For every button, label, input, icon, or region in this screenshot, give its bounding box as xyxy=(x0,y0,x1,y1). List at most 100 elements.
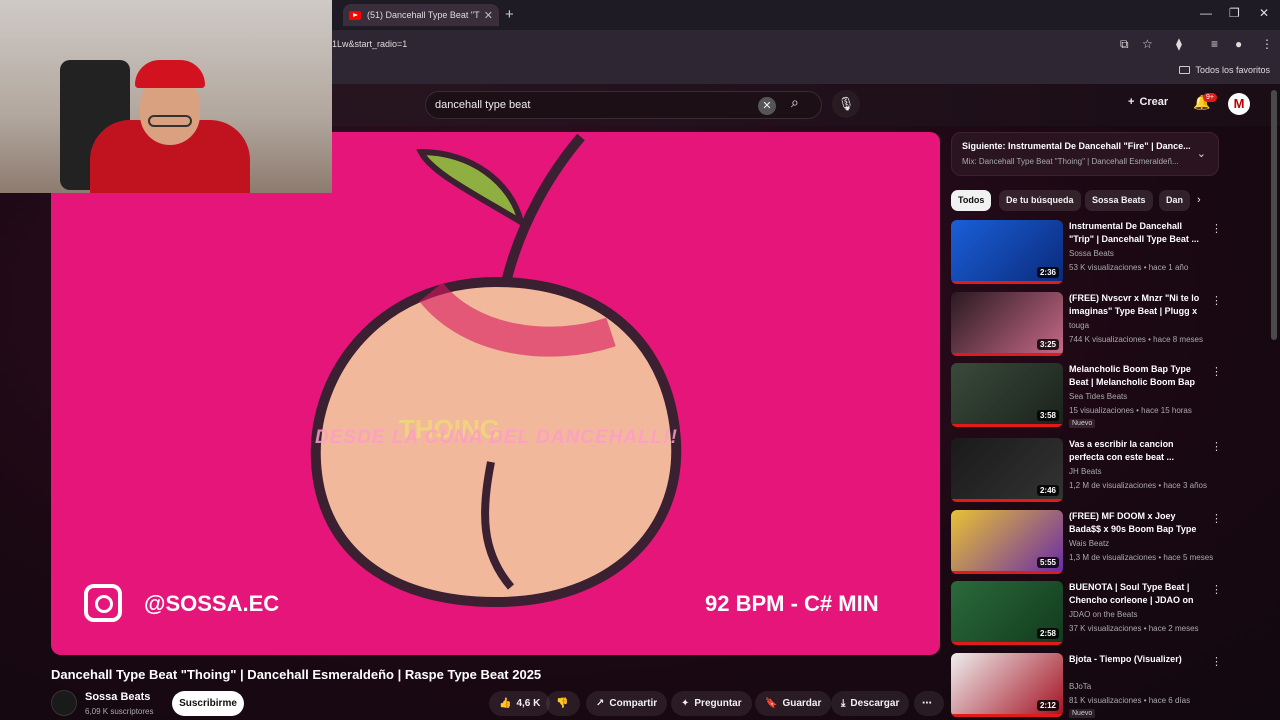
list-item[interactable]: 3:58 Melancholic Boom Bap Type Beat | Me… xyxy=(951,363,1222,431)
duration-badge: 3:25 xyxy=(1036,339,1059,350)
cast-icon[interactable]: ⧉ xyxy=(1120,37,1129,52)
filter-chips: Todos De tu búsqueda Sossa Beats Dan xyxy=(951,190,1219,212)
recommendation-meta: 1,3 M de visualizaciones • hace 5 meses xyxy=(1069,553,1214,562)
video-thumbnail[interactable]: 2:36 xyxy=(951,220,1063,284)
recommendation-meta: 744 K visualizaciones • hace 8 meses xyxy=(1069,335,1203,344)
like-button[interactable]: 👍 4,6 K xyxy=(489,691,551,716)
thumbs-down-icon: 👎 xyxy=(556,698,569,709)
watch-progress xyxy=(951,571,1063,574)
scrollbar[interactable] xyxy=(1271,90,1277,340)
channel-name[interactable]: Sossa Beats xyxy=(85,691,150,703)
video-player[interactable]: THOING DESDE LA CUNA DEL DANCEHALL!! @SO… xyxy=(51,132,940,655)
recommendation-channel[interactable]: Sea Tides Beats xyxy=(1069,392,1127,401)
list-item[interactable]: 3:25 (FREE) Nvscvr x Mnzr "Ni te lo imag… xyxy=(951,292,1222,360)
recommendation-meta: 37 K visualizaciones • hace 2 meses xyxy=(1069,624,1199,633)
browser-tab[interactable]: (51) Dancehall Type Beat "Thoing" ✕ xyxy=(343,4,499,26)
list-item[interactable]: 2:36 Instrumental De Dancehall "Trip" | … xyxy=(951,220,1222,288)
webcam-overlay xyxy=(0,0,332,193)
overlay-subtitle: DESDE LA CUNA DEL DANCEHALL!! xyxy=(315,427,678,448)
search-icon[interactable]: ⌕ xyxy=(791,94,799,111)
download-button[interactable]: ⤓ Descargar xyxy=(831,691,910,716)
chip-all[interactable]: Todos xyxy=(951,190,992,211)
more-vertical-icon[interactable]: ⋮ xyxy=(1211,655,1222,668)
recommendation-channel[interactable]: Sossa Beats xyxy=(1069,249,1114,258)
video-thumbnail[interactable]: 3:25 xyxy=(951,292,1063,356)
download-icon: ⤓ xyxy=(841,698,846,709)
video-thumbnail[interactable]: 2:12 xyxy=(951,653,1063,717)
create-button[interactable]: + Crear xyxy=(1128,96,1168,108)
share-button[interactable]: ↗ Compartir xyxy=(586,691,668,716)
list-item[interactable]: 2:58 BUENOTA | Soul Type Beat | Chencho … xyxy=(951,581,1222,649)
up-next-card[interactable]: Siguiente: Instrumental De Dancehall "Fi… xyxy=(951,132,1219,176)
list-item[interactable]: 2:12 Bjota - Tiempo (Visualizer) BJoTa 8… xyxy=(951,653,1222,720)
more-actions-button[interactable]: ⋯ xyxy=(914,691,944,716)
chevron-down-icon[interactable]: ⌄ xyxy=(1197,147,1206,160)
video-thumbnail[interactable]: 2:46 xyxy=(951,438,1063,502)
subscribe-button[interactable]: Suscribirme xyxy=(172,691,244,716)
watch-progress xyxy=(951,714,1063,717)
recommendation-channel[interactable]: JDAO on the Beats xyxy=(1069,610,1137,619)
new-tab-icon[interactable]: + xyxy=(505,6,514,23)
chip-sossa-beats[interactable]: Sossa Beats xyxy=(1085,190,1153,211)
video-thumbnail[interactable]: 3:58 xyxy=(951,363,1063,427)
save-button[interactable]: 🔖 Guardar xyxy=(755,691,832,716)
more-vertical-icon[interactable]: ⋮ xyxy=(1211,294,1222,307)
share-label: Compartir xyxy=(609,698,658,709)
recommendation-title[interactable]: Bjota - Tiempo (Visualizer) xyxy=(1069,653,1205,666)
media-icon[interactable]: ≡ xyxy=(1211,37,1218,51)
url-field[interactable]: 1Lw&start_radio=1 xyxy=(332,39,407,49)
video-thumbnail[interactable]: 5:55 xyxy=(951,510,1063,574)
create-label: Crear xyxy=(1139,96,1169,108)
list-item[interactable]: 5:55 (FREE) MF DOOM x Joey Bada$$ x 90s … xyxy=(951,510,1222,578)
recommendation-title[interactable]: Melancholic Boom Bap Type Beat | Melanch… xyxy=(1069,363,1205,390)
more-vertical-icon[interactable]: ⋮ xyxy=(1211,222,1222,235)
recommendation-title[interactable]: (FREE) MF DOOM x Joey Bada$$ x 90s Boom … xyxy=(1069,510,1205,537)
more-vertical-icon[interactable]: ⋮ xyxy=(1211,512,1222,525)
chip-dancehall[interactable]: Dan xyxy=(1159,190,1191,211)
microphone-icon[interactable]: 🎙 xyxy=(832,90,860,118)
clear-search-icon[interactable]: ✕ xyxy=(758,97,776,115)
close-window-icon[interactable]: ✕ xyxy=(1259,6,1269,20)
channel-avatar[interactable] xyxy=(51,690,77,716)
instagram-icon xyxy=(84,584,122,622)
like-count: 4,6 K xyxy=(516,698,541,709)
recommendation-title[interactable]: Instrumental De Dancehall "Trip" | Dance… xyxy=(1069,220,1205,246)
recommendation-title[interactable]: Vas a escribir la cancion perfecta con e… xyxy=(1069,438,1205,464)
browser-menu-icon[interactable]: ⋮ xyxy=(1261,37,1273,51)
list-item[interactable]: 2:46 Vas a escribir la cancion perfecta … xyxy=(951,438,1222,506)
watch-progress xyxy=(951,642,1063,645)
account-avatar[interactable]: M xyxy=(1228,93,1250,115)
bookmarks-label: Todos los favoritos xyxy=(1195,65,1270,75)
recommendation-title[interactable]: (FREE) Nvscvr x Mnzr "Ni te lo imaginas"… xyxy=(1069,292,1205,319)
recommendation-channel[interactable]: BJoTa xyxy=(1069,682,1091,691)
recommendation-meta: 53 K visualizaciones • hace 1 año xyxy=(1069,263,1189,272)
chip-from-search[interactable]: De tu búsqueda xyxy=(999,190,1081,211)
ask-button[interactable]: ✦ Preguntar xyxy=(671,691,752,716)
maximize-icon[interactable]: ❐ xyxy=(1229,6,1240,20)
more-vertical-icon[interactable]: ⋮ xyxy=(1211,365,1222,378)
recommendation-channel[interactable]: JH Beats xyxy=(1069,467,1101,476)
more-vertical-icon[interactable]: ⋮ xyxy=(1211,440,1222,453)
duration-badge: 2:12 xyxy=(1036,700,1059,711)
up-next-mix: Mix: Dancehall Type Beat "Thoing" | Danc… xyxy=(962,157,1179,166)
watch-progress xyxy=(951,353,1063,356)
recommendation-channel[interactable]: Wais Beatz xyxy=(1069,539,1109,548)
extensions-icon[interactable]: ⧫ xyxy=(1176,37,1182,51)
video-thumbnail[interactable]: 2:58 xyxy=(951,581,1063,645)
watch-progress xyxy=(951,424,1063,427)
recommendation-title[interactable]: BUENOTA | Soul Type Beat | Chencho corle… xyxy=(1069,581,1205,608)
more-vertical-icon[interactable]: ⋮ xyxy=(1211,583,1222,596)
folder-icon xyxy=(1179,66,1191,74)
peach-artwork xyxy=(310,133,682,608)
duration-badge: 2:46 xyxy=(1036,485,1059,496)
recommendation-channel[interactable]: touga xyxy=(1069,321,1089,330)
tab-close-icon[interactable]: ✕ xyxy=(484,9,493,22)
minimize-icon[interactable]: — xyxy=(1200,6,1212,20)
dislike-button[interactable]: 👎 xyxy=(546,691,580,716)
recommendation-meta: 1,2 M de visualizaciones • hace 3 años xyxy=(1069,481,1207,490)
profile-icon[interactable]: ● xyxy=(1235,37,1242,51)
bookmark-star-icon[interactable]: ☆ xyxy=(1142,37,1153,51)
search-value: dancehall type beat xyxy=(435,99,531,111)
all-bookmarks-button[interactable]: Todos los favoritos xyxy=(1179,65,1270,75)
chevron-right-icon[interactable]: › xyxy=(1197,194,1201,206)
